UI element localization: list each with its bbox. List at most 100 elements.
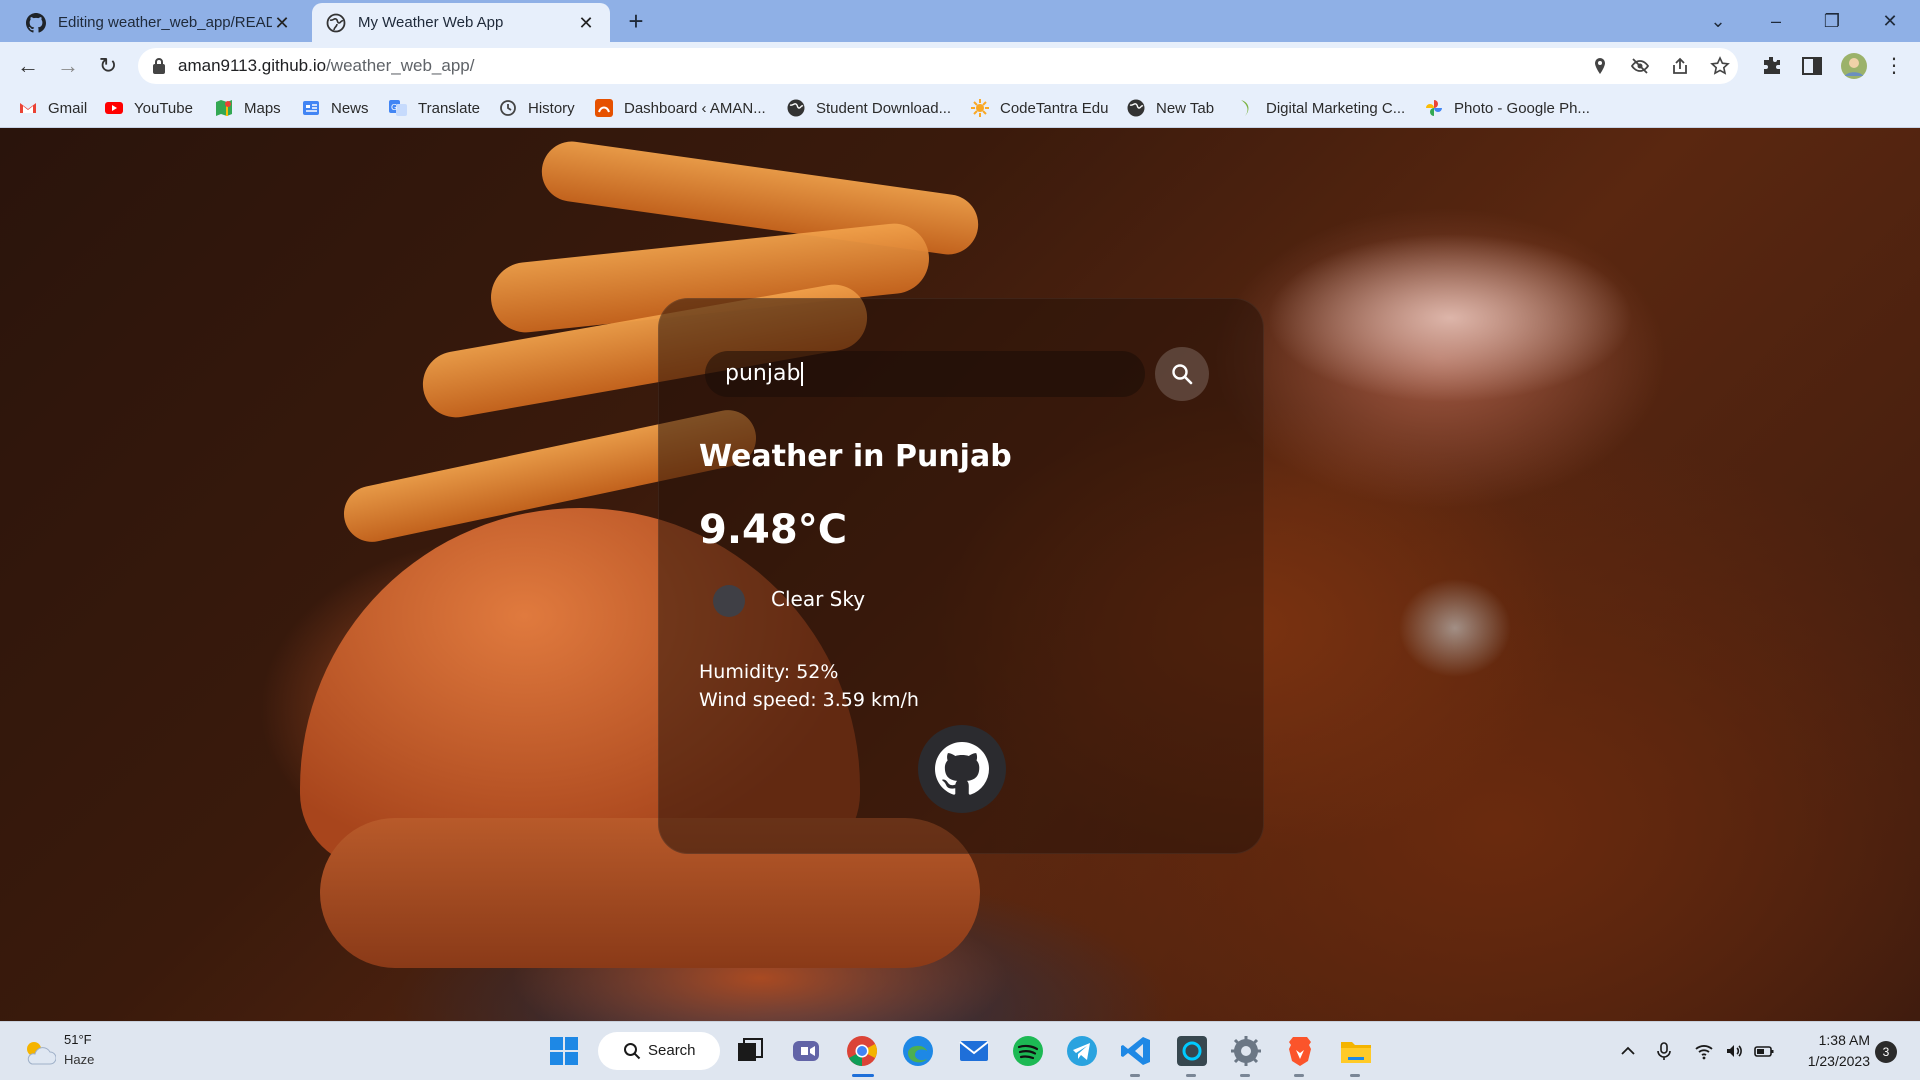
clock-date: 1/23/2023 bbox=[1807, 1053, 1870, 1069]
close-icon[interactable]: ✕ bbox=[576, 13, 596, 33]
bookmark-label: Translate bbox=[418, 99, 480, 117]
tab-title: My Weather Web App bbox=[358, 14, 504, 31]
taskbar-weather-widget[interactable]: 51°F Haze bbox=[20, 1030, 120, 1074]
history-icon bbox=[500, 100, 516, 116]
close-icon[interactable]: ✕ bbox=[272, 13, 292, 33]
bookmark-label: Gmail bbox=[48, 99, 88, 117]
running-app-indicator bbox=[1294, 1074, 1304, 1077]
edge-icon[interactable] bbox=[900, 1033, 936, 1069]
city-search-input[interactable]: punjab bbox=[705, 351, 1145, 397]
taskbar-search-label: Search bbox=[648, 1042, 696, 1059]
brave-icon[interactable] bbox=[1282, 1033, 1318, 1069]
translate-icon: G bbox=[389, 100, 407, 116]
star-bookmark-icon[interactable] bbox=[1710, 56, 1730, 76]
search-icon bbox=[1172, 364, 1193, 385]
vscode-icon[interactable] bbox=[1118, 1033, 1154, 1069]
url-path: /weather_web_app/ bbox=[326, 56, 475, 75]
github-link-button[interactable] bbox=[918, 725, 1006, 813]
close-window-button[interactable]: ✕ bbox=[1868, 6, 1912, 36]
tab-title: Editing weather_web_app/READ bbox=[58, 14, 272, 31]
mail-icon[interactable] bbox=[956, 1033, 992, 1069]
bookmark-label: History bbox=[528, 99, 575, 117]
bookmark-gmail[interactable]: Gmail bbox=[18, 90, 87, 126]
volume-icon[interactable] bbox=[1724, 1041, 1744, 1061]
maps-icon bbox=[216, 100, 232, 116]
chrome-icon[interactable] bbox=[844, 1033, 880, 1069]
restore-button[interactable]: ❐ bbox=[1810, 6, 1854, 36]
kebab-menu-icon[interactable]: ⋮ bbox=[1880, 52, 1908, 80]
search-input-value: punjab bbox=[725, 351, 804, 397]
bookmark-label: Maps bbox=[244, 99, 281, 117]
weather-condition-icon bbox=[713, 585, 745, 617]
minimize-button[interactable]: – bbox=[1754, 6, 1798, 36]
running-app-indicator bbox=[1130, 1074, 1140, 1077]
globe-icon bbox=[787, 99, 805, 117]
bookmark-dashboard[interactable]: Dashboard ‹ AMAN... bbox=[594, 90, 766, 126]
github-icon bbox=[26, 12, 46, 33]
settings-gear-icon[interactable] bbox=[1228, 1033, 1264, 1069]
alexa-icon[interactable] bbox=[1174, 1033, 1210, 1069]
chevron-up-icon[interactable] bbox=[1618, 1041, 1638, 1061]
bookmark-label: News bbox=[331, 99, 369, 117]
extensions-puzzle-icon[interactable] bbox=[1760, 54, 1784, 78]
taskbar-search-button[interactable]: Search bbox=[598, 1032, 720, 1070]
widget-condition: Haze bbox=[64, 1052, 95, 1067]
windows-start-icon[interactable] bbox=[546, 1033, 582, 1069]
new-tab-button[interactable]: + bbox=[622, 8, 650, 36]
browser-toolbar: ← → ↻ aman9113.github.io/weather_web_app… bbox=[0, 42, 1920, 90]
bookmark-youtube[interactable]: YouTube bbox=[104, 90, 193, 126]
back-button[interactable]: ← bbox=[14, 52, 42, 80]
file-explorer-icon[interactable] bbox=[1338, 1033, 1374, 1069]
partly-cloudy-icon bbox=[27, 1042, 56, 1065]
spotify-icon[interactable] bbox=[1010, 1033, 1046, 1069]
bookmark-translate[interactable]: G Translate bbox=[388, 90, 480, 126]
running-app-indicator bbox=[1350, 1074, 1360, 1077]
svg-text:G: G bbox=[391, 103, 397, 112]
youtube-icon bbox=[105, 102, 123, 114]
temperature-value: 9.48°C bbox=[699, 507, 848, 553]
widget-temperature: 51°F bbox=[64, 1032, 92, 1047]
search-button[interactable] bbox=[1155, 347, 1209, 401]
digital-marketing-icon bbox=[1241, 100, 1249, 116]
notification-count-badge[interactable]: 3 bbox=[1875, 1041, 1897, 1063]
eye-slash-icon[interactable] bbox=[1630, 56, 1650, 76]
page-background-photo: punjab Weather in Punjab 9.48°C Clear Sk… bbox=[0, 128, 1920, 1021]
system-clock[interactable]: 1:38 AM 1/23/2023 bbox=[1786, 1030, 1870, 1072]
tab-weather-app[interactable]: My Weather Web App ✕ bbox=[312, 3, 610, 42]
forward-button[interactable]: → bbox=[54, 52, 82, 80]
windows-taskbar: 51°F Haze Search 1:38 AM 1/23/2023 3 bbox=[0, 1021, 1920, 1080]
humidity-text: Humidity: 52% bbox=[699, 661, 839, 683]
microphone-icon[interactable] bbox=[1654, 1041, 1674, 1061]
location-pin-icon[interactable] bbox=[1590, 56, 1610, 76]
bookmark-news[interactable]: News bbox=[301, 90, 369, 126]
task-view-icon[interactable] bbox=[732, 1033, 768, 1069]
bookmark-label: Student Download... bbox=[816, 99, 952, 117]
profile-avatar[interactable] bbox=[1840, 52, 1868, 80]
tab-search-chevron-icon[interactable]: ⌄ bbox=[1696, 6, 1740, 36]
bookmark-digital-marketing[interactable]: Digital Marketing C... bbox=[1236, 90, 1405, 126]
address-bar[interactable]: aman9113.github.io/weather_web_app/ bbox=[138, 48, 1738, 84]
globe-icon bbox=[1127, 99, 1145, 117]
bookmark-maps[interactable]: Maps bbox=[214, 90, 281, 126]
bookmark-label: YouTube bbox=[134, 99, 193, 117]
share-icon[interactable] bbox=[1670, 56, 1690, 76]
dashboard-icon bbox=[595, 99, 613, 117]
city-heading: Weather in Punjab bbox=[699, 439, 1012, 474]
text-caret bbox=[801, 362, 804, 386]
bookmark-label: CodeTantra Edu bbox=[1000, 99, 1109, 117]
battery-icon[interactable] bbox=[1754, 1041, 1774, 1061]
wifi-icon[interactable] bbox=[1694, 1041, 1714, 1061]
telegram-icon[interactable] bbox=[1064, 1033, 1100, 1069]
bookmark-label: Digital Marketing C... bbox=[1266, 99, 1406, 117]
bookmark-codetantra[interactable]: CodeTantra Edu bbox=[970, 90, 1108, 126]
tab-github-readme[interactable]: Editing weather_web_app/READ ✕ bbox=[12, 3, 306, 42]
running-app-indicator bbox=[1240, 1074, 1250, 1077]
side-panel-icon[interactable] bbox=[1800, 54, 1824, 78]
bookmark-new-tab[interactable]: New Tab bbox=[1126, 90, 1214, 126]
reload-button[interactable]: ↻ bbox=[94, 52, 122, 80]
teams-chat-icon[interactable] bbox=[788, 1033, 824, 1069]
bookmark-history[interactable]: History bbox=[498, 90, 575, 126]
bookmark-google-photos[interactable]: Photo - Google Ph... bbox=[1424, 90, 1590, 126]
news-icon bbox=[303, 101, 319, 115]
bookmark-student-download[interactable]: Student Download... bbox=[786, 90, 951, 126]
